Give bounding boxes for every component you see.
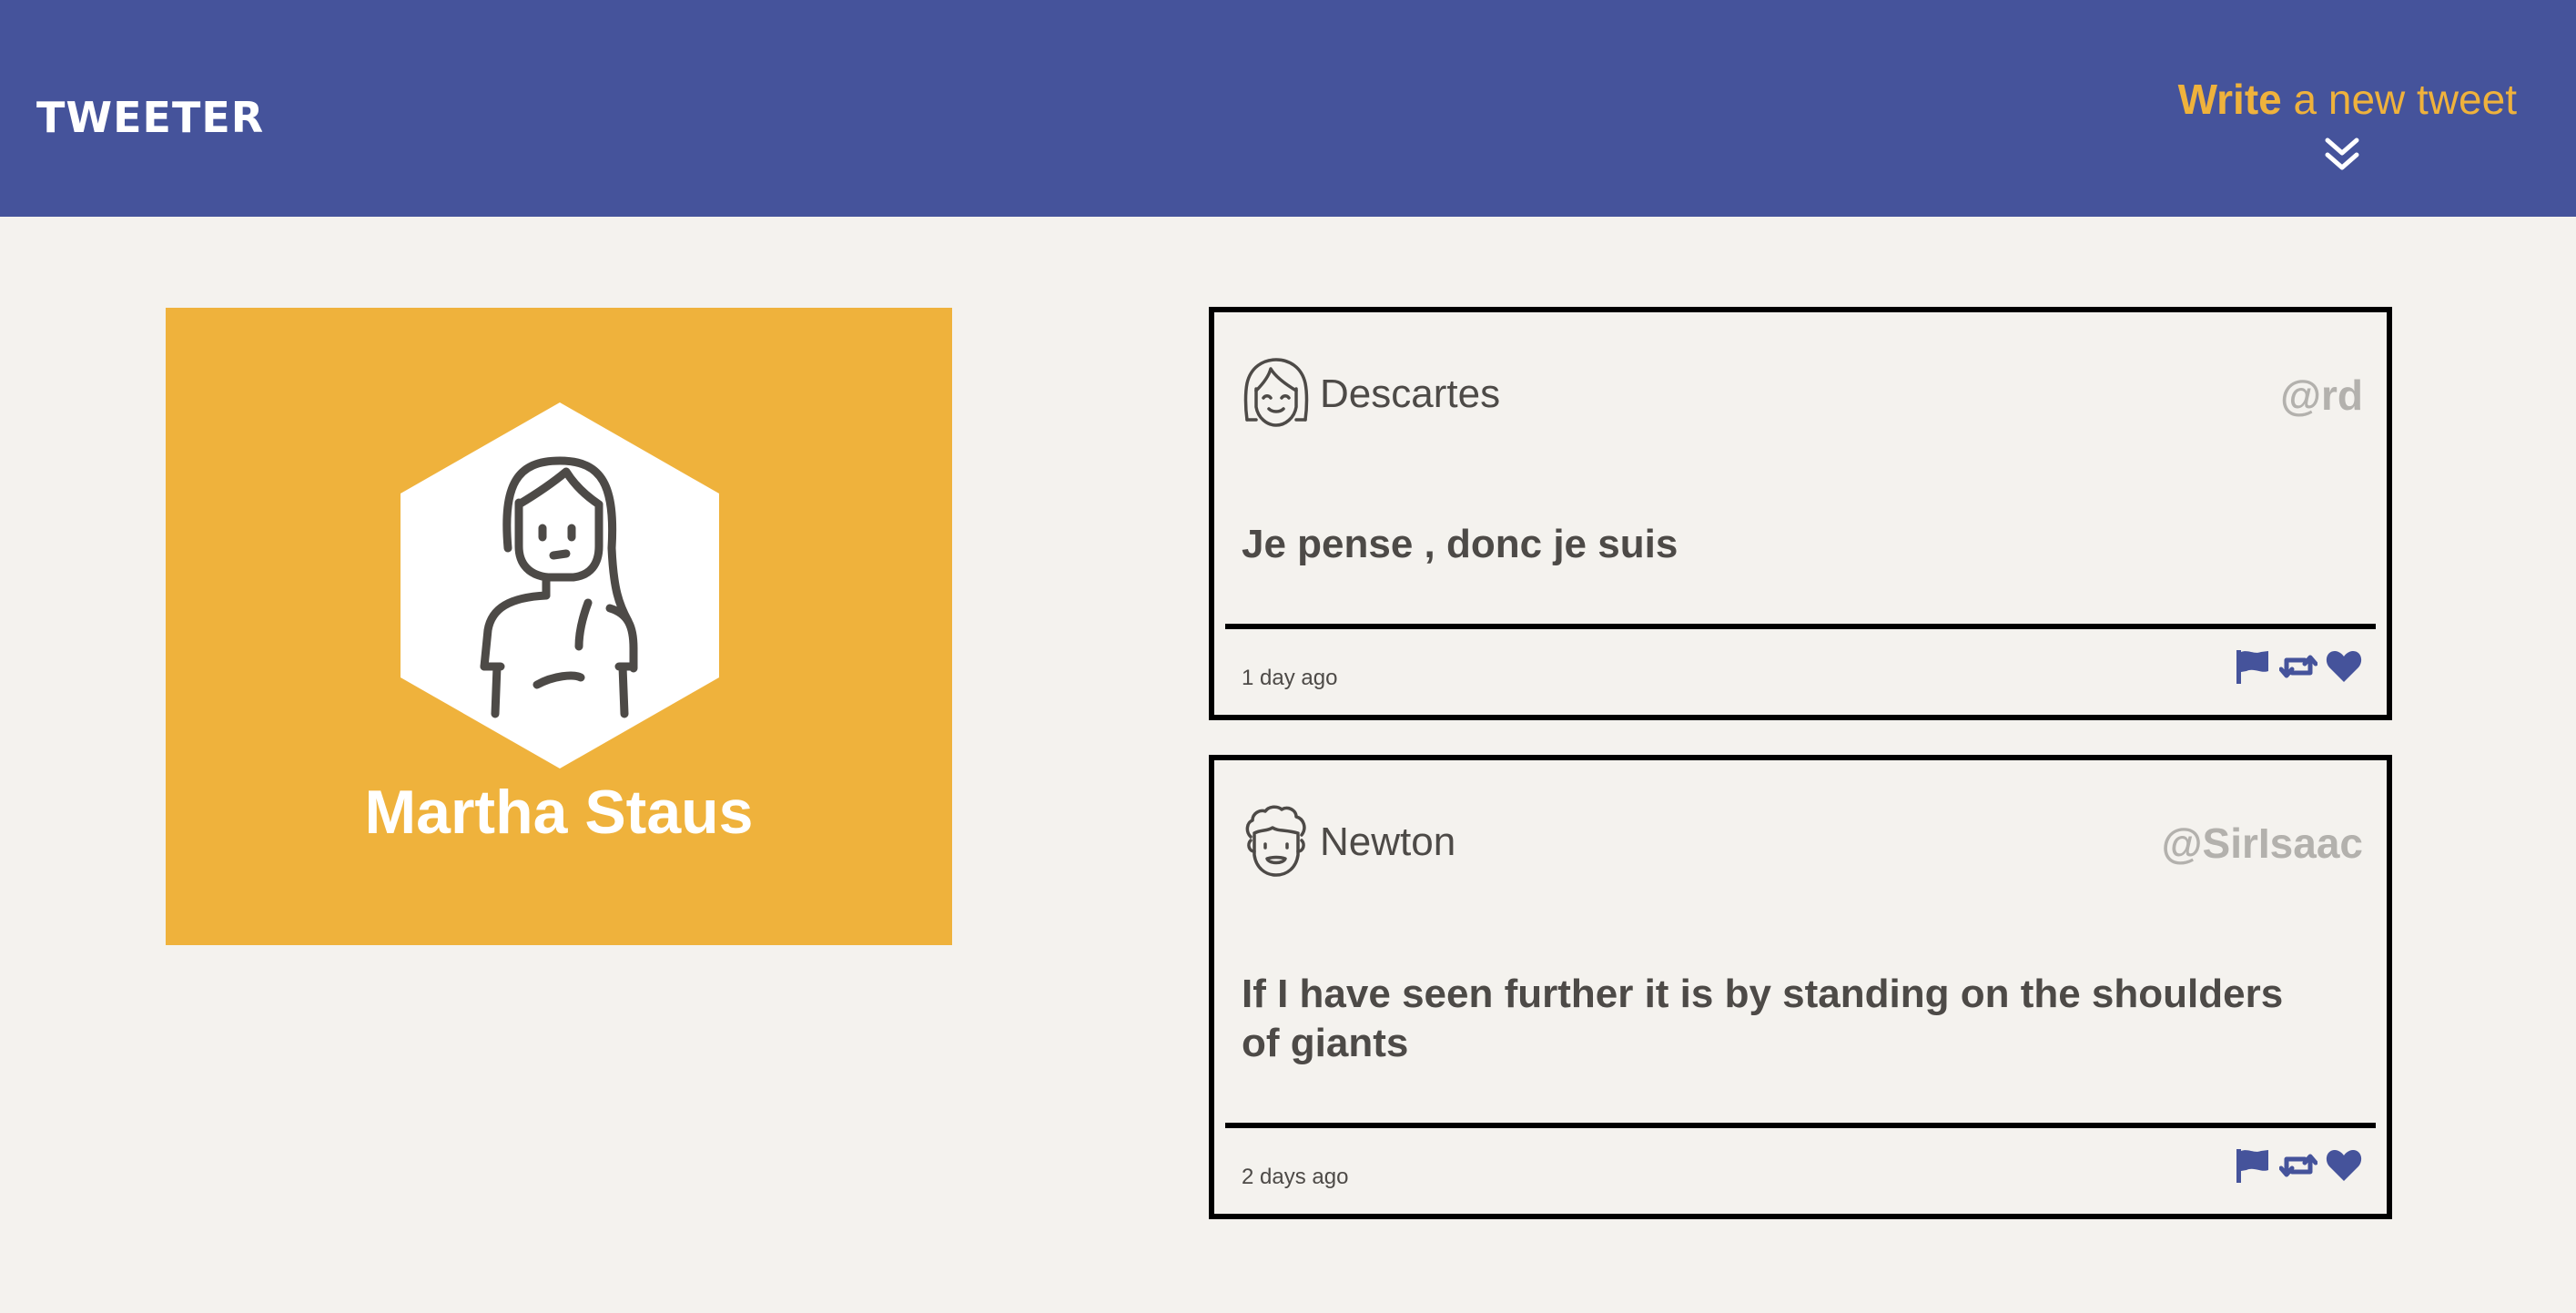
heart-icon[interactable] — [2325, 647, 2363, 686]
flag-icon[interactable] — [2234, 647, 2272, 686]
write-new-tweet-label-bold: Write — [2177, 76, 2282, 123]
tweet-author-handle: @rd — [2280, 372, 2363, 419]
double-chevron-down-icon[interactable] — [2322, 135, 2362, 175]
tweet-card: Newton @SirIsaac If I have seen further … — [1209, 755, 2392, 1219]
tweet-actions — [2234, 1146, 2363, 1186]
tweet-card: Descartes @rd Je pense , donc je suis 1 … — [1209, 307, 2392, 720]
top-navbar: TWEETER Write a new tweet — [0, 0, 2576, 217]
tweet-timestamp: 2 days ago — [1242, 1165, 1349, 1189]
heart-icon[interactable] — [2325, 1146, 2363, 1185]
profile-name: Martha Staus — [364, 778, 754, 847]
retweet-icon[interactable] — [2279, 1146, 2317, 1185]
tweet-text: Je pense , donc je suis — [1242, 522, 1678, 566]
brand-logo[interactable]: TWEETER — [36, 97, 264, 138]
tweet-author-name: Newton — [1320, 819, 1456, 864]
profile-avatar — [401, 402, 719, 768]
tweet-timestamp: 1 day ago — [1242, 666, 1338, 690]
tweet-header: Descartes @rd — [1242, 356, 2363, 433]
retweet-icon[interactable] — [2279, 647, 2317, 686]
tweet-divider — [1225, 1123, 2376, 1128]
flag-icon[interactable] — [2234, 1146, 2272, 1185]
tweet-actions — [2234, 647, 2363, 687]
write-new-tweet-toggle[interactable]: Write a new tweet — [2153, 76, 2517, 170]
tweet-header: Newton @SirIsaac — [1242, 804, 2363, 880]
tweet-author-handle: @SirIsaac — [2161, 819, 2363, 867]
curly-hair-man-avatar-icon — [1245, 805, 1306, 877]
tweet-divider — [1225, 624, 2376, 629]
write-new-tweet-label-rest: a new tweet — [2281, 76, 2518, 123]
profile-card: Martha Staus — [166, 308, 952, 945]
tweet-text: If I have seen further it is by standing… — [1242, 972, 2284, 1065]
smiling-girl-avatar-icon — [1243, 358, 1309, 427]
write-new-tweet-label[interactable]: Write a new tweet — [2153, 76, 2517, 123]
tweet-author-name: Descartes — [1320, 372, 1501, 416]
